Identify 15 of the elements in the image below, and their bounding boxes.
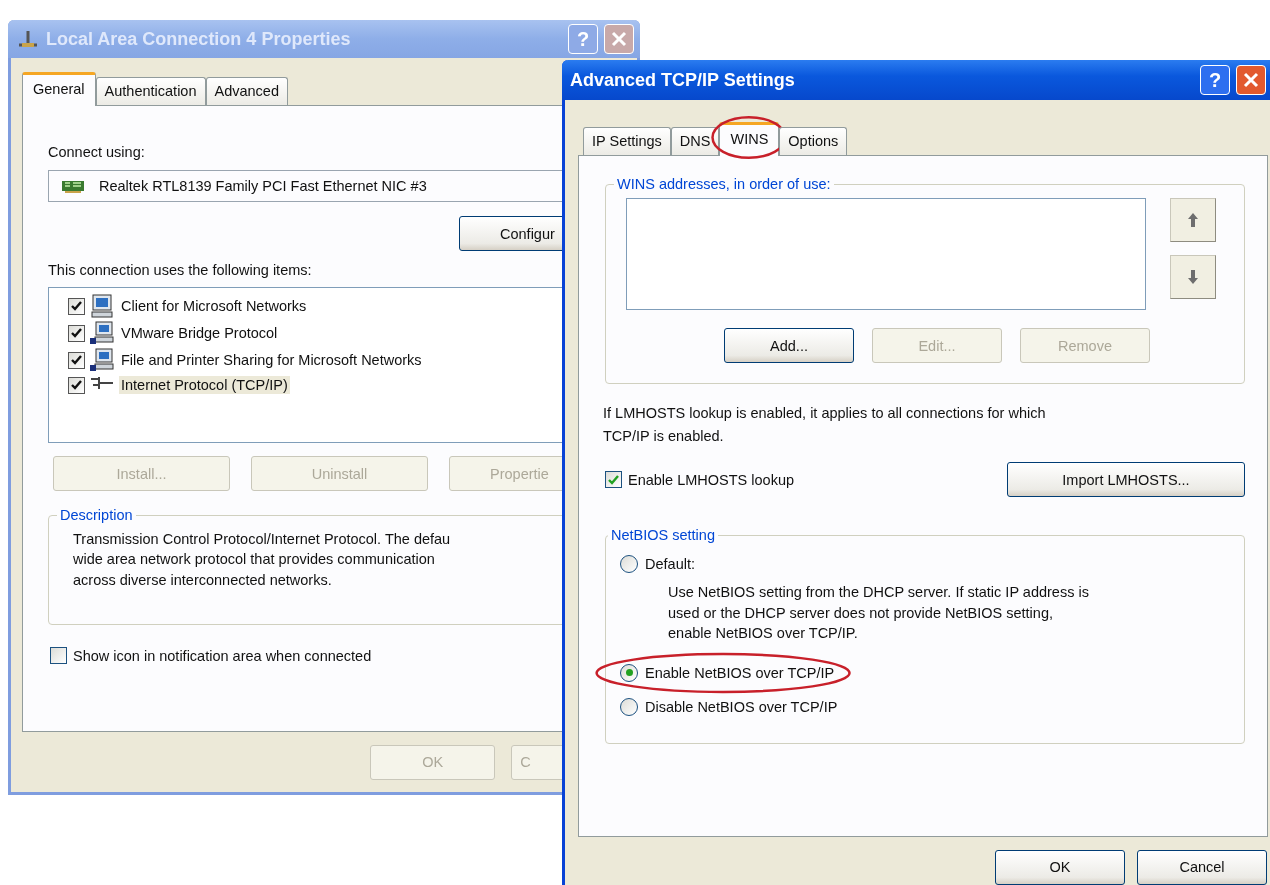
group-title: Description [59,507,134,523]
radio-label: Default: [645,556,695,573]
option-description: Use NetBIOS setting from the DHCP server. If static IP address is used or the DHCP server does not provide NetBIOS setting, enable NetBIOS over TCP/IP. [668,583,1090,643]
checkbox-label: Show icon in notification area when connected [73,647,372,664]
section-label: Connect using: [48,144,146,160]
section-label: This connection uses the following items: [48,262,313,278]
window-title: Advanced TCP/IP Settings [570,69,796,91]
radio-label: Disable NetBIOS over TCP/IP [645,698,838,715]
group-title: NetBIOS setting [610,527,716,544]
info-text: If LMHOSTS lookup is enabled, it applies to all connections for which TCP/IP is enabled. [603,404,1047,447]
radio-label: Enable NetBIOS over TCP/IP [645,664,835,681]
window-title: Local Area Connection 4 Properties [46,28,352,50]
checkbox-label: Enable LMHOSTS lookup [628,471,795,488]
group-title: WINS addresses, in order of use: [616,176,832,192]
description-text: Transmission Control Protocol/Internet Protocol. The defau wide area network protocol that provides communication across diverse interconnected networks. [73,530,451,590]
